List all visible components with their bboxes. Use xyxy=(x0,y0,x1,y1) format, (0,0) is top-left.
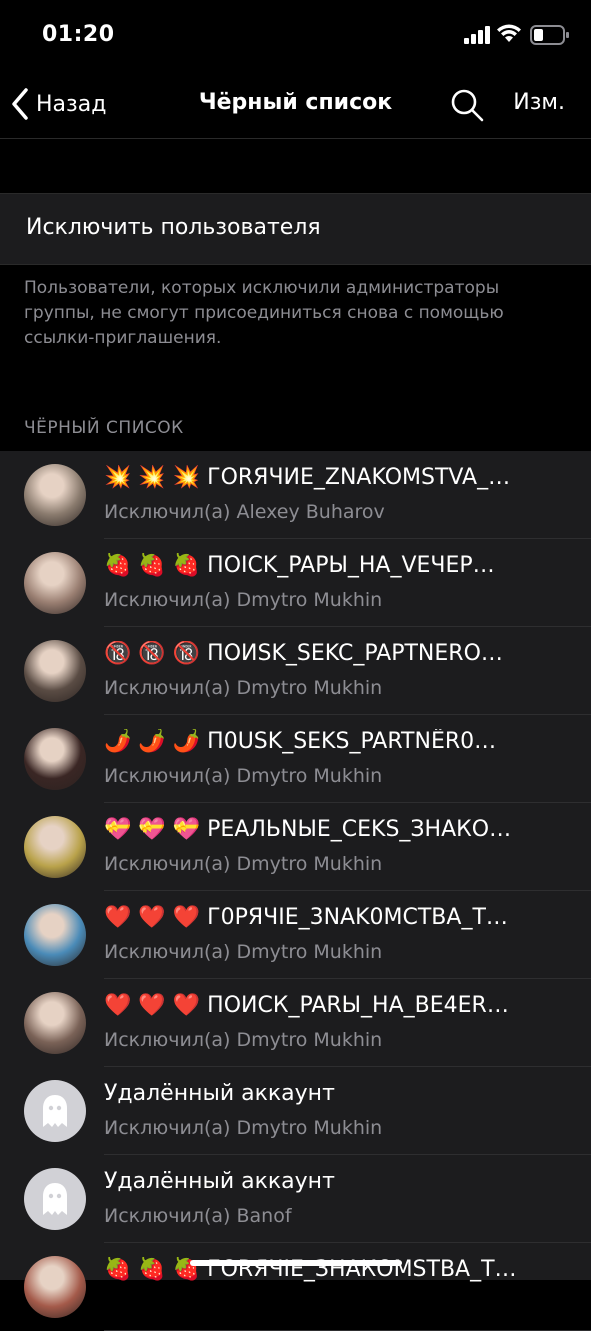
excluded-by-text: Исключил(а) Dmytro Mukhin xyxy=(104,1117,383,1139)
search-icon[interactable] xyxy=(450,88,484,122)
info-footer-text: Пользователи, которых исключили админист… xyxy=(24,278,504,348)
navigation-bar: Назад Чёрный список Изм. xyxy=(0,72,591,139)
section-header: ЧЁРНЫЙ СПИСОК xyxy=(24,418,184,438)
avatar-photo xyxy=(24,728,86,790)
avatar xyxy=(24,1168,86,1230)
list-item[interactable]: 💝 💝 💝 PEAЛЬNЫE_CEKS_ЗНАКО… Исключил(а) Dm… xyxy=(0,803,591,891)
list-item[interactable]: 💥 💥 💥 ГОRЯЧИЕ_ZNAKOMSTVA_… Исключил(а) Al… xyxy=(0,451,591,539)
user-title: Удалённый аккаунт xyxy=(104,1169,335,1194)
list-item[interactable]: 🔞 🔞 🔞 ПОИSK_SEKC_PAPTNERO… Исключил(а) Dm… xyxy=(0,627,591,715)
user-title: ❤️ ❤️ ❤️ Г0РЯЧIE_3NAK0MCTBA_T… xyxy=(104,905,508,930)
signal-icon xyxy=(464,26,490,44)
user-title: Удалённый аккаунт xyxy=(104,1081,335,1106)
excluded-by-text: Исключил(а) Alexey Buharov xyxy=(104,501,385,523)
page-title: Чёрный список xyxy=(198,90,393,115)
user-title: 🍓 🍓 🍓 ПОICK_PAPЫ_HA_VEЧЕР… xyxy=(104,553,495,578)
avatar-photo xyxy=(24,816,86,878)
battery-icon xyxy=(530,25,569,45)
list-item[interactable]: 🍓 🍓 🍓 ГОRЯЧIE_ЗНАКОМSТВА_Т… xyxy=(0,1243,591,1331)
excluded-by-text: Исключил(а) Dmytro Mukhin xyxy=(104,765,383,787)
user-title: ❤️ ❤️ ❤️ ПОИСК_PARЫ_HA_BE4ER… xyxy=(104,993,509,1018)
list-item[interactable]: ❤️ ❤️ ❤️ Г0РЯЧIE_3NAK0MCTBA_T… Исключил(а… xyxy=(0,891,591,979)
user-title: 💝 💝 💝 PEAЛЬNЫE_CEKS_ЗНАКО… xyxy=(104,817,512,842)
user-title: 🔞 🔞 🔞 ПОИSK_SEKC_PAPTNERO… xyxy=(104,641,503,666)
avatar-photo xyxy=(24,464,86,526)
avatar xyxy=(24,1080,86,1142)
excluded-by-text: Исключил(а) Dmytro Mukhin xyxy=(104,589,383,611)
excluded-by-text: Исключил(а) Dmytro Mukhin xyxy=(104,1029,383,1051)
list-item[interactable]: ❤️ ❤️ ❤️ ПОИСК_PARЫ_HA_BE4ER… Исключил(а)… xyxy=(0,979,591,1067)
blacklist-list: 💥 💥 💥 ГОRЯЧИЕ_ZNAKOMSTVA_… Исключил(а) Al… xyxy=(0,451,591,1331)
status-bar: 01:20 xyxy=(0,0,591,72)
excluded-by-text: Исключил(а) Dmytro Mukhin xyxy=(104,677,383,699)
avatar-photo xyxy=(24,640,86,702)
list-item[interactable]: 🌶️ 🌶️ 🌶️ П0USK_SEKS_PARTNЁR0… Исключил(а)… xyxy=(0,715,591,803)
user-title: 🌶️ 🌶️ 🌶️ П0USK_SEKS_PARTNЁR0… xyxy=(104,729,497,754)
wifi-icon xyxy=(497,24,521,42)
home-indicator[interactable] xyxy=(190,1260,402,1266)
ghost-icon xyxy=(43,1095,67,1127)
excluded-by-text: Исключил(а) Banof xyxy=(104,1205,292,1227)
excluded-by-text: Исключил(а) Dmytro Mukhin xyxy=(104,853,383,875)
list-item[interactable]: 🍓 🍓 🍓 ПОICK_PAPЫ_HA_VEЧЕР… Исключил(а) Dm… xyxy=(0,539,591,627)
list-item[interactable]: Удалённый аккаунт Исключил(а) Banof xyxy=(0,1155,591,1243)
spacer-band xyxy=(0,139,591,193)
edit-button[interactable]: Изм. xyxy=(513,90,565,115)
status-time: 01:20 xyxy=(42,22,115,47)
exclude-user-label: Исключить пользователя xyxy=(26,215,321,240)
avatar-photo xyxy=(24,904,86,966)
list-item[interactable]: Удалённый аккаунт Исключил(а) Dmytro Mukh… xyxy=(0,1067,591,1155)
ghost-icon xyxy=(43,1183,67,1215)
user-title: 💥 💥 💥 ГОRЯЧИЕ_ZNAKOMSTVA_… xyxy=(104,465,511,490)
avatar-photo xyxy=(24,1256,86,1318)
avatar-photo xyxy=(24,992,86,1054)
exclude-user-button[interactable]: Исключить пользователя xyxy=(0,193,591,265)
avatar-photo xyxy=(24,552,86,614)
excluded-by-text: Исключил(а) Dmytro Mukhin xyxy=(104,941,383,963)
